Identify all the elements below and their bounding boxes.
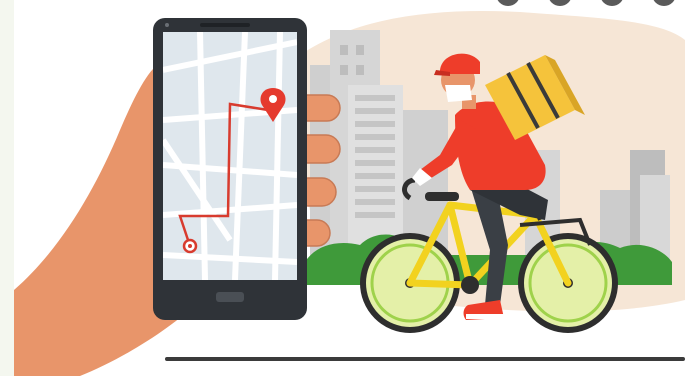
map-screen <box>163 32 297 280</box>
ground-line <box>165 357 685 361</box>
route-start-icon <box>182 238 198 254</box>
illustration-canvas <box>14 0 685 376</box>
delivery-illustration <box>0 0 685 376</box>
smartphone <box>153 18 307 320</box>
home-button-icon <box>216 292 244 302</box>
